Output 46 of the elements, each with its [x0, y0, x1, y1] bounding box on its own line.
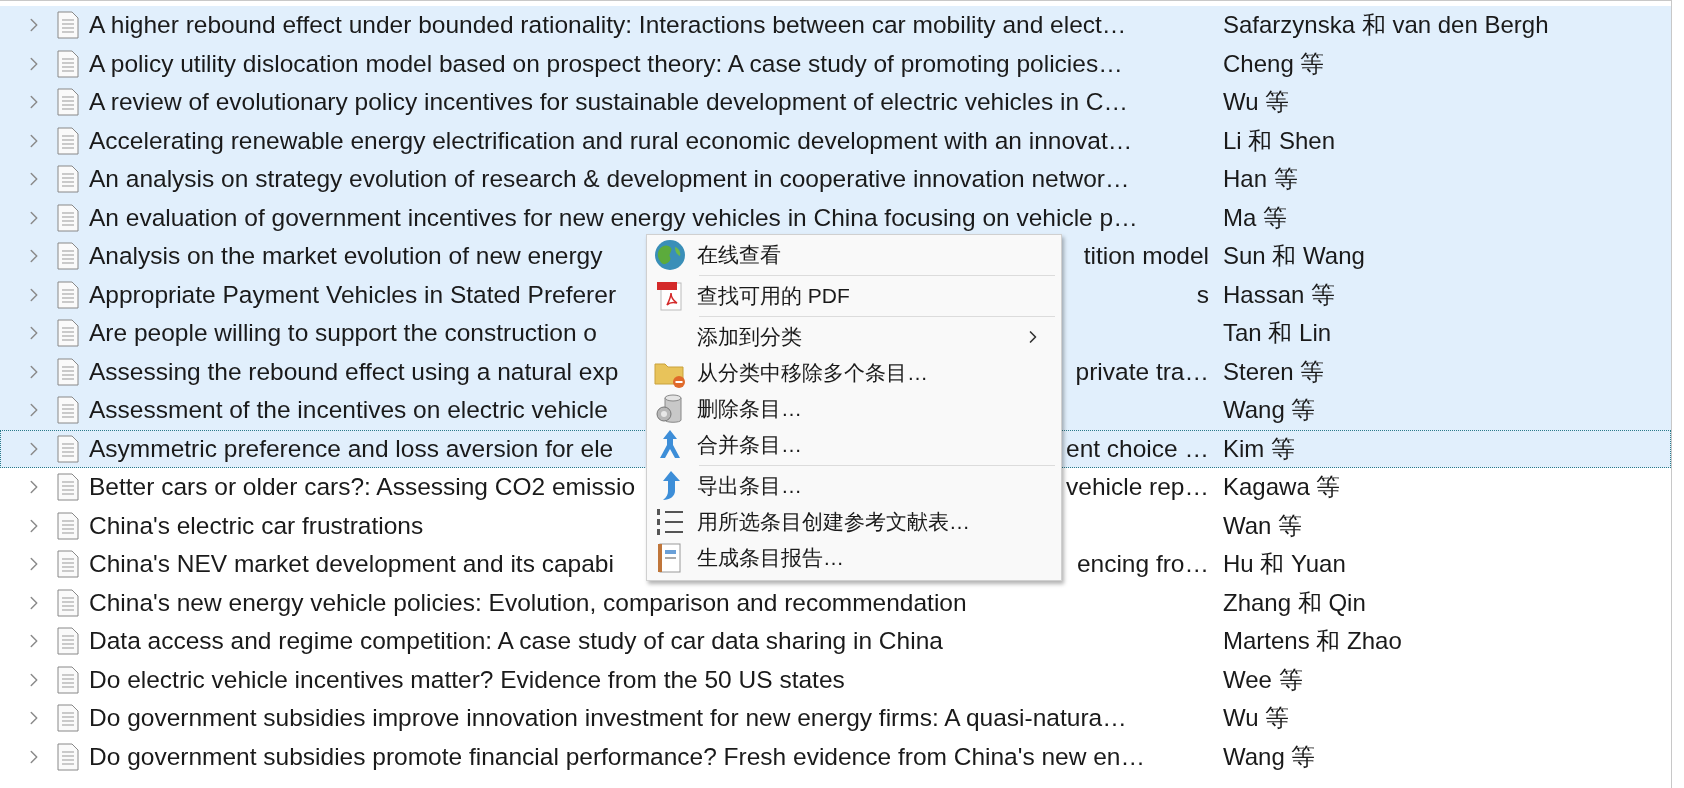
item-title: tition model [1083, 242, 1209, 271]
item-title: A review of evolutionary policy incentives for sustainable development of electric vehicles in C… [89, 88, 1129, 117]
item-title: Do government subsidies promote financial performance? Fresh evidence from China's new en… [89, 742, 1145, 771]
item-creator: Martens 和 Zhao [1223, 626, 1402, 657]
item-title: China's new energy vehicle policies: Evolution, comparison and recommendation [89, 588, 967, 617]
item-title: Appropriate Payment Vehicles in Stated Preferer [89, 280, 617, 309]
item-creator: Kim 等 [1223, 433, 1295, 464]
item-title: Are people willing to support the construction o [89, 319, 597, 348]
item-title: An evaluation of government incentives for new energy vehicles in China focusing on vehicle p… [89, 203, 1138, 232]
item-title: Analysis on the market evolution of new energy [89, 242, 603, 271]
item-title: Assessment of the incentives on electric vehicle [89, 396, 608, 425]
item-creator: Han 等 [1223, 164, 1298, 195]
item-creator: Steren 等 [1223, 356, 1325, 387]
item-title: s [1196, 280, 1209, 309]
item-creator: Wee 等 [1223, 664, 1303, 695]
item-title: Do government subsidies improve innovation investment for new energy firms: A quasi-natura… [89, 704, 1127, 733]
item-title: encing fro… [1076, 550, 1209, 579]
item-title: China's electric car frustrations [89, 511, 424, 540]
item-title: An analysis on strategy evolution of research & development in cooperative innovation networ… [89, 165, 1130, 194]
item-title: Asymmetric preference and loss aversion for ele [89, 434, 614, 463]
item-creator: Li 和 Shen [1223, 125, 1336, 156]
item-title: ent choice … [1066, 434, 1209, 463]
item-creator: Safarzynska 和 van den Bergh [1223, 10, 1549, 41]
item-title: Accelerating renewable energy electrification and rural economic development with an innovat… [89, 126, 1133, 155]
item-title: Data access and regime competition: A case study of car data sharing in China [89, 627, 943, 656]
item-creator: Wu 等 [1223, 87, 1290, 118]
item-title: A higher rebound effect under bounded rationality: Interactions between car mobility and elect… [89, 11, 1127, 40]
item-creator: Wang 等 [1223, 395, 1316, 426]
item-title: Assessing the rebound effect using a natural exp [89, 357, 619, 386]
item-creator: Ma 等 [1223, 202, 1287, 233]
item-title: private tra… [1075, 357, 1209, 386]
item-creator: Sun 和 Wang [1223, 241, 1365, 272]
item-title: A policy utility dislocation model based on prospect theory: A case study of promoting policies… [89, 49, 1123, 78]
item-title: Better cars or older cars?: Assessing CO2 emissio [89, 473, 635, 502]
item-creator: Hu 和 Yuan [1223, 549, 1346, 580]
item-title: vehicle rep… [1066, 473, 1209, 502]
item-creator: Cheng 等 [1223, 48, 1325, 79]
item-creator: Kagawa 等 [1223, 472, 1341, 503]
item-creator: Tan 和 Lin [1223, 318, 1332, 349]
item-title: Do electric vehicle incentives matter? Evidence from the 50 US states [89, 665, 845, 694]
item-title: China's NEV market development and its capabi [89, 550, 614, 579]
item-creator: Wan 等 [1223, 510, 1303, 541]
item-creator: Wang 等 [1223, 741, 1316, 772]
item-creator: Wu 等 [1223, 703, 1290, 734]
item-creator: Hassan 等 [1223, 279, 1336, 310]
item-creator: Zhang 和 Qin [1223, 587, 1366, 618]
